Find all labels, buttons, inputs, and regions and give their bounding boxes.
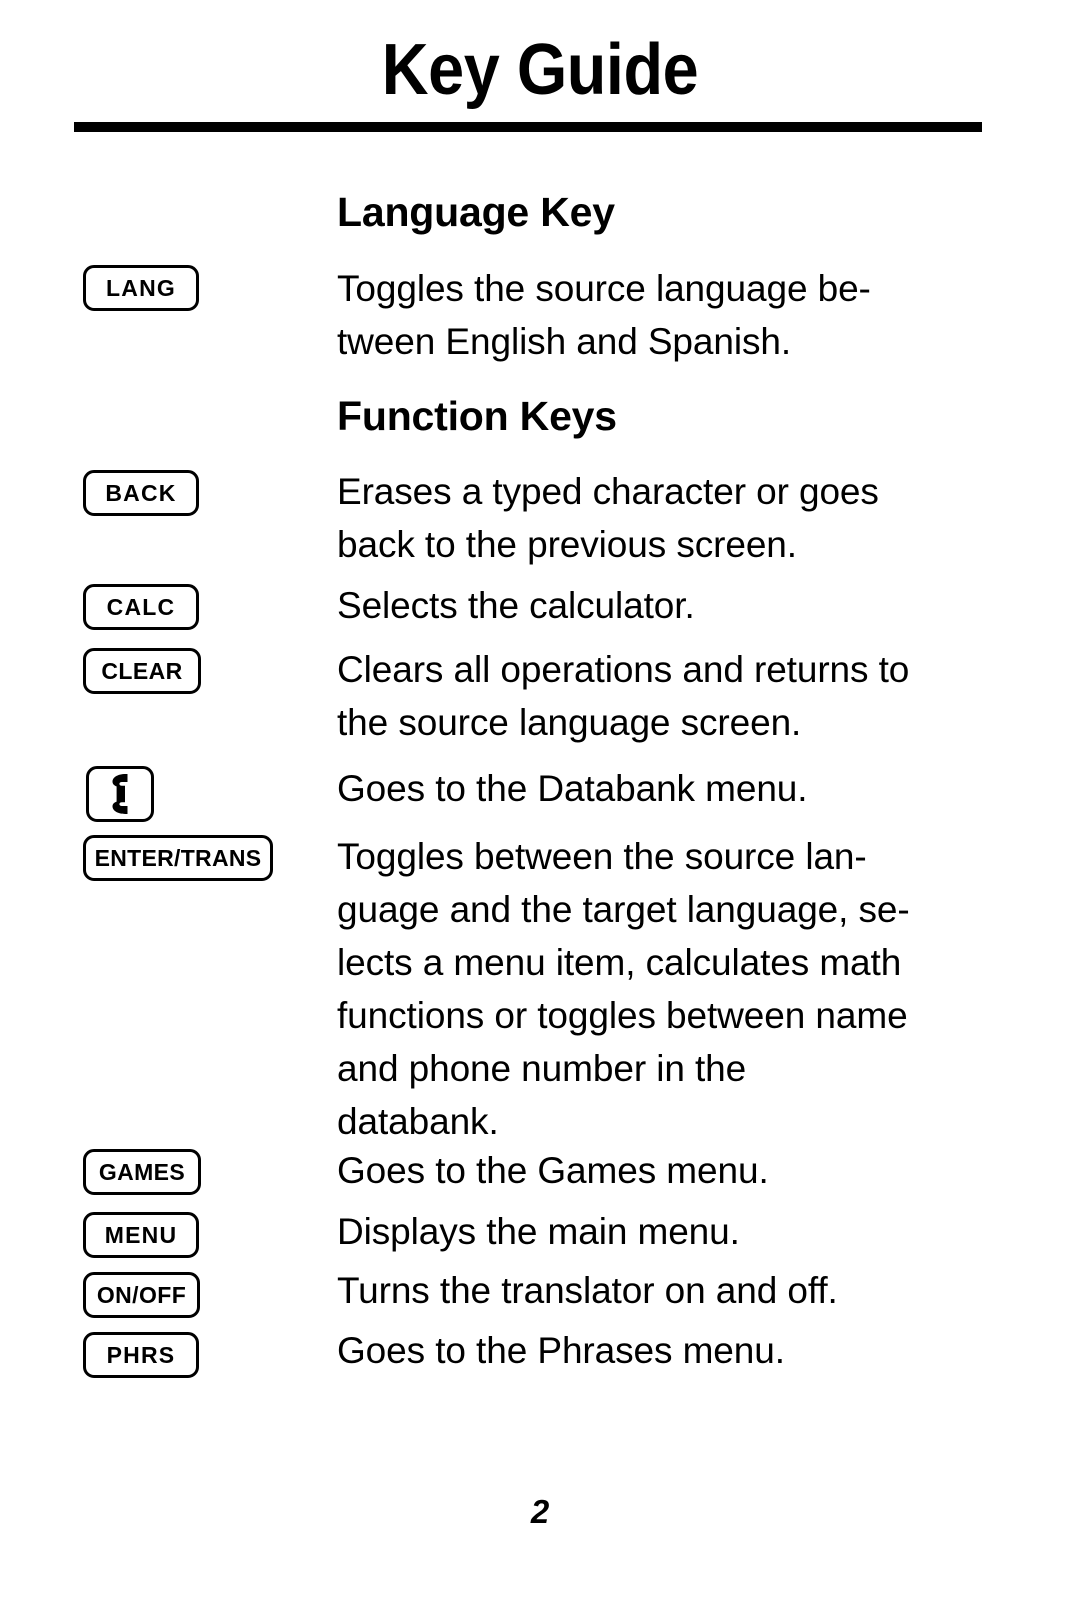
- key-button-back[interactable]: BACK: [83, 470, 199, 516]
- key-button-games[interactable]: GAMES: [83, 1149, 201, 1195]
- description-line: guage and the target language, se-: [337, 889, 910, 930]
- key-button-calc-label: CALC: [106, 593, 176, 620]
- description-calc: Selects the calculator.: [337, 579, 985, 632]
- description-line: lects a menu item, calculates math: [337, 942, 902, 983]
- description-back: Erases a typed character or goes back to…: [337, 465, 985, 571]
- section-heading-function-keys: Function Keys: [337, 393, 617, 439]
- description-line: databank.: [337, 1101, 499, 1142]
- description-line: Erases a typed character or goes: [337, 471, 879, 512]
- key-button-on-off-label: ON/OFF: [96, 1281, 187, 1308]
- description-line: functions or toggles between name: [337, 995, 908, 1036]
- key-button-menu-label: MENU: [104, 1221, 178, 1248]
- description-on-off: Turns the translator on and off.: [337, 1264, 985, 1317]
- description-phrs: Goes to the Phrases menu.: [337, 1324, 985, 1377]
- description-line: Turns the translator on and off.: [337, 1270, 838, 1311]
- key-button-enter-trans-label: ENTER/TRANS: [94, 844, 262, 871]
- description-clear: Clears all operations and returns to the…: [337, 643, 985, 749]
- key-button-menu[interactable]: MENU: [83, 1212, 199, 1258]
- description-line: Displays the main menu.: [337, 1211, 740, 1252]
- key-button-databank[interactable]: [86, 766, 154, 822]
- page-title: Key Guide: [381, 30, 699, 110]
- description-line: tween English and Spanish.: [337, 321, 792, 362]
- key-button-on-off[interactable]: ON/OFF: [83, 1272, 200, 1318]
- key-button-lang-label: LANG: [106, 274, 176, 301]
- key-button-phrs-label: PHRS: [106, 1341, 176, 1368]
- description-line: Goes to the Databank menu.: [337, 768, 808, 809]
- description-line: and phone number in the: [337, 1048, 747, 1089]
- section-heading-language-key: Language Key: [337, 189, 615, 235]
- key-button-calc[interactable]: CALC: [83, 584, 199, 630]
- description-line: Toggles between the source lan-: [337, 836, 867, 877]
- description-line: the source language screen.: [337, 702, 802, 743]
- key-button-phrs[interactable]: PHRS: [83, 1332, 199, 1378]
- key-button-back-label: BACK: [105, 479, 177, 506]
- description-games: Goes to the Games menu.: [337, 1144, 985, 1197]
- description-line: back to the previous screen.: [337, 524, 797, 565]
- description-line: Goes to the Phrases menu.: [337, 1330, 785, 1371]
- key-button-games-label: GAMES: [98, 1158, 186, 1185]
- key-guide-page: Key Guide Language Key LANG Toggles the …: [0, 0, 1080, 1597]
- description-line: Selects the calculator.: [337, 585, 695, 626]
- description-line: Toggles the source language be-: [337, 268, 871, 309]
- description-lang: Toggles the source language be- tween En…: [337, 262, 985, 368]
- header-divider: [74, 122, 982, 132]
- description-menu: Displays the main menu.: [337, 1205, 985, 1258]
- description-enter-trans: Toggles between the source lan- guage an…: [337, 830, 985, 1148]
- description-line: Goes to the Games menu.: [337, 1150, 769, 1191]
- key-button-enter-trans[interactable]: ENTER/TRANS: [83, 835, 273, 881]
- key-button-clear-label: CLEAR: [101, 657, 183, 684]
- description-databank: Goes to the Databank menu.: [337, 762, 985, 815]
- key-button-lang[interactable]: LANG: [83, 265, 199, 311]
- page-number: 2: [530, 1493, 550, 1530]
- description-line: Clears all operations and returns to: [337, 649, 910, 690]
- key-button-clear[interactable]: CLEAR: [83, 648, 201, 694]
- telephone-handset-icon: [105, 773, 135, 815]
